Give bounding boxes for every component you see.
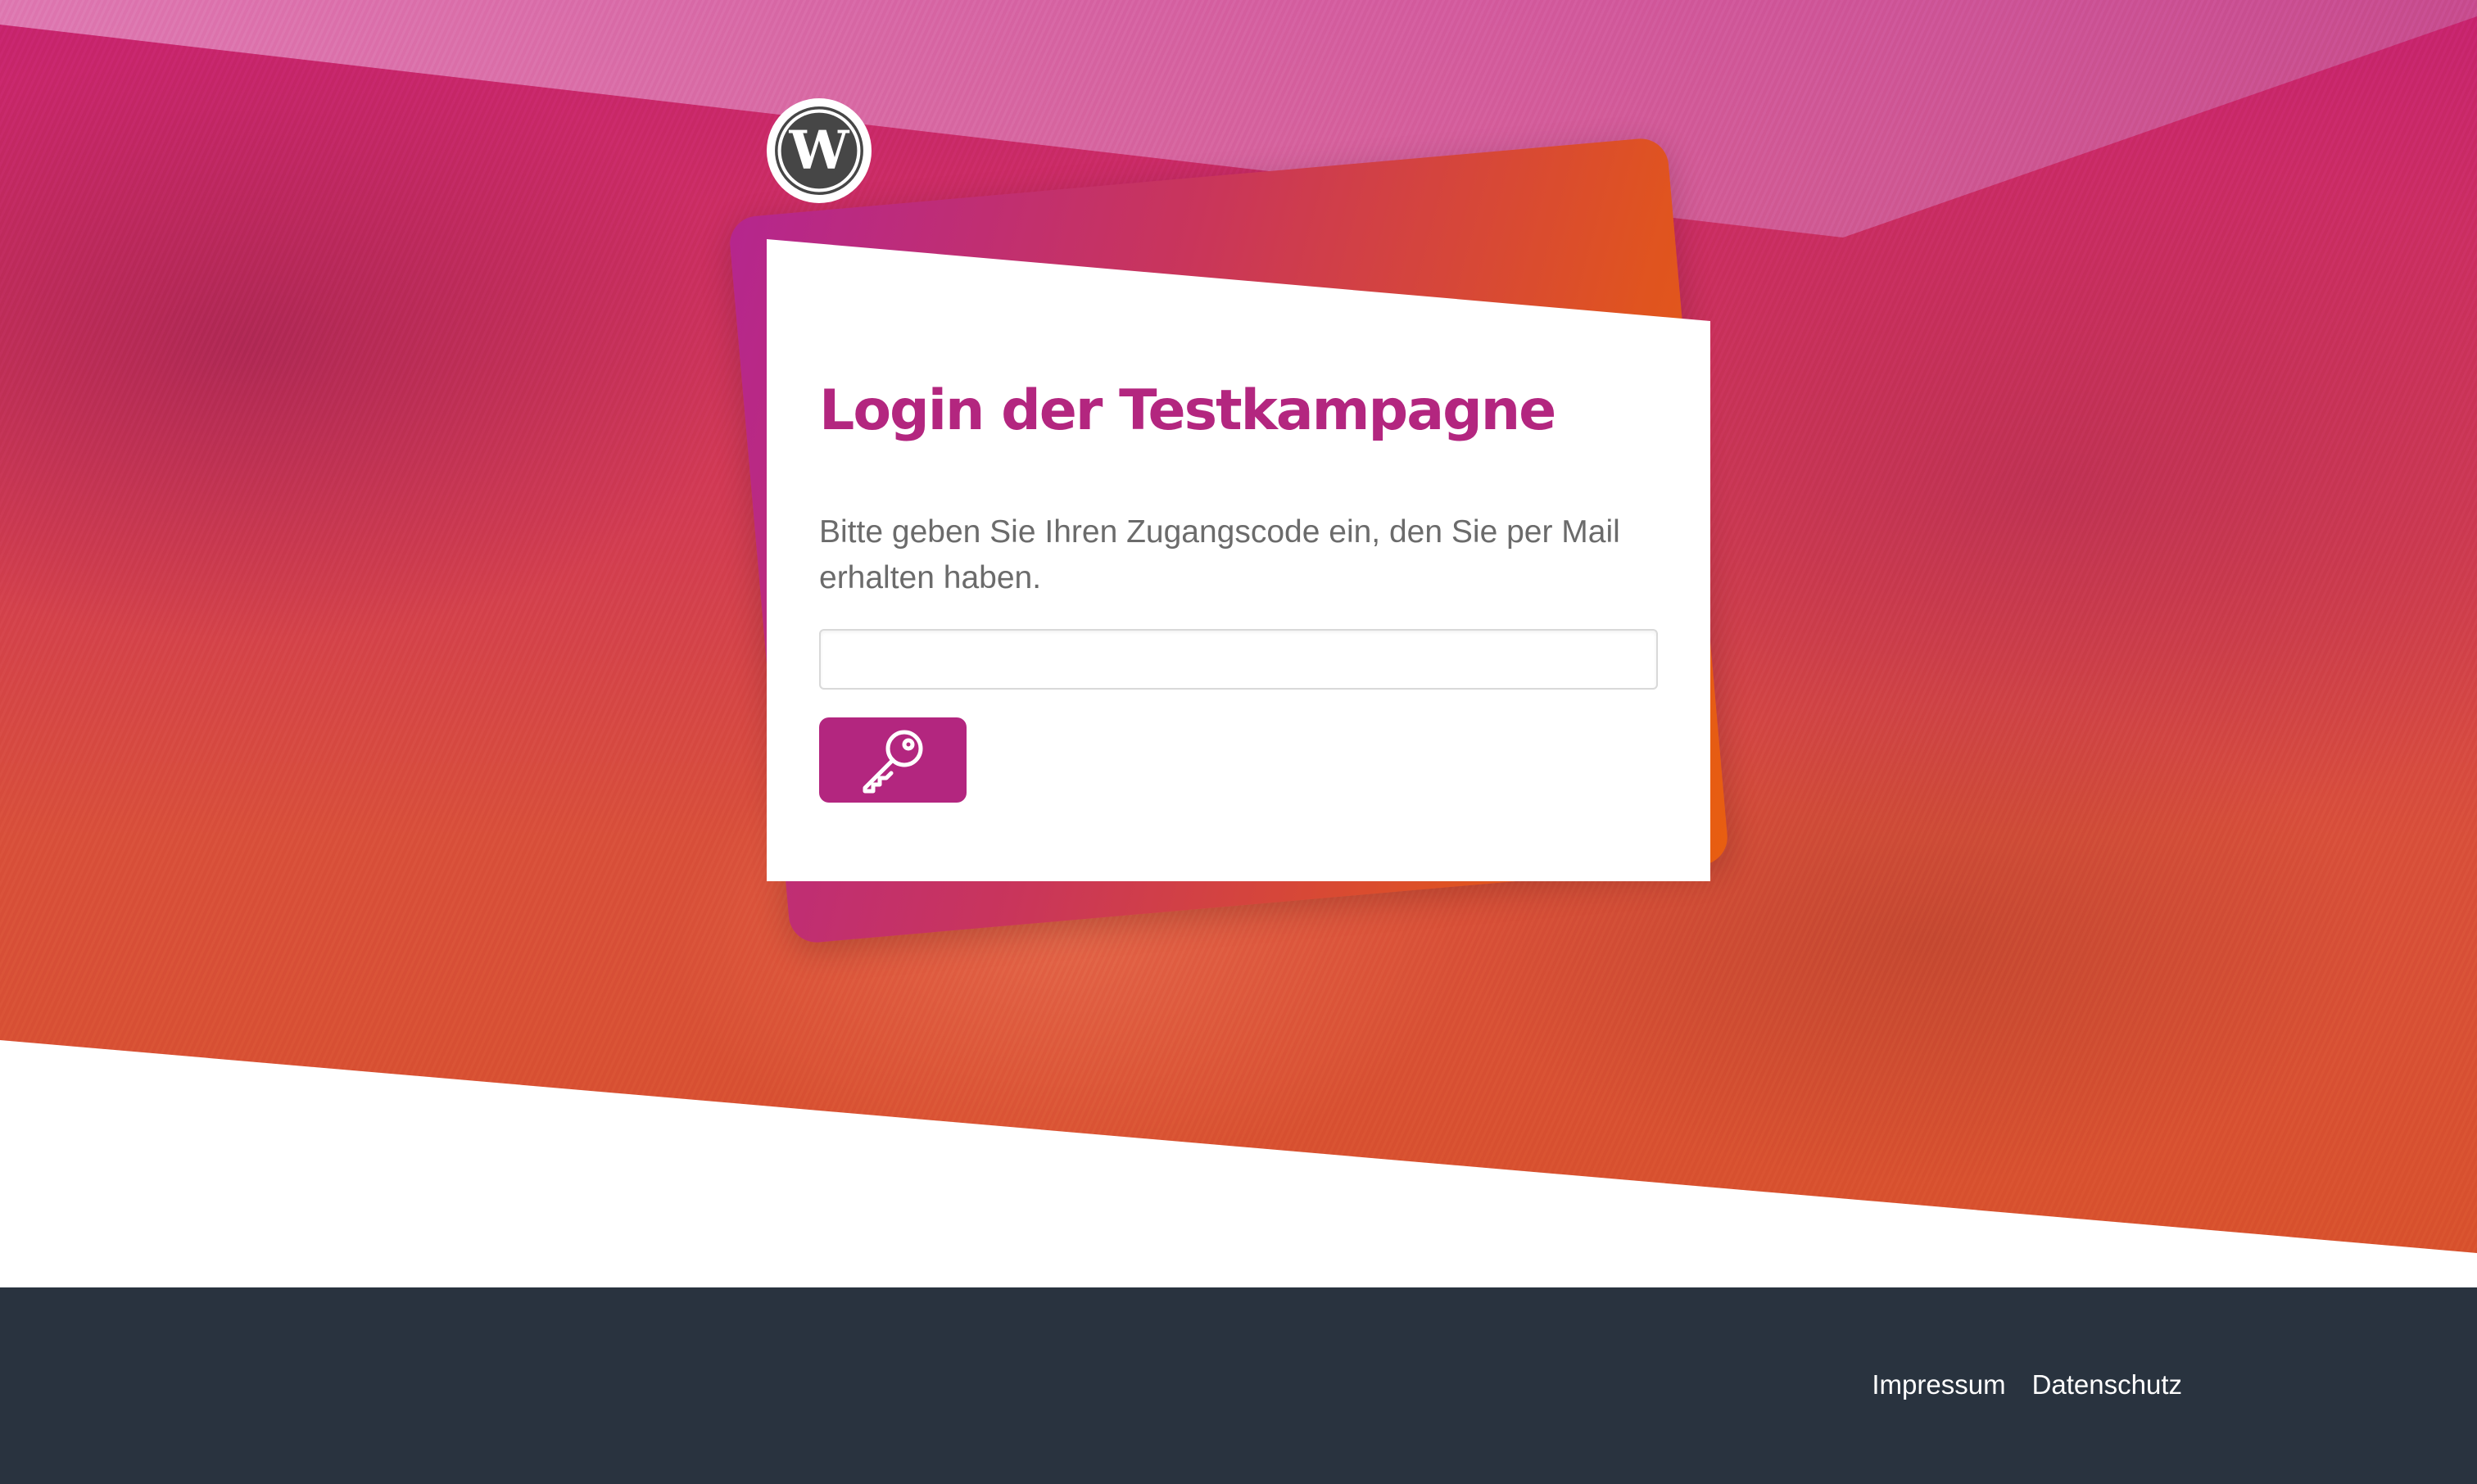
impressum-link[interactable]: Impressum [1872, 1369, 2005, 1400]
key-icon [863, 730, 923, 794]
datenschutz-link[interactable]: Datenschutz [2032, 1369, 2182, 1400]
wordpress-logo[interactable]: W [767, 98, 872, 203]
svg-text:W: W [789, 120, 850, 182]
footer-nav: Impressum Datenschutz [1872, 1369, 2182, 1400]
wordpress-icon: W [773, 105, 865, 197]
login-description: Bitte geben Sie Ihren Zugangscode ein, d… [819, 514, 1620, 595]
access-code-input[interactable] [819, 629, 1658, 690]
page-title: Login der Testkampagne [819, 378, 1556, 443]
login-submit-button[interactable] [819, 717, 967, 803]
login-page: W Login der Testkampagne Bitte geben Sie… [0, 0, 2477, 1484]
login-card: Login der Testkampagne Bitte geben Sie I… [767, 239, 1710, 881]
site-footer: Impressum Datenschutz [0, 1287, 2477, 1484]
